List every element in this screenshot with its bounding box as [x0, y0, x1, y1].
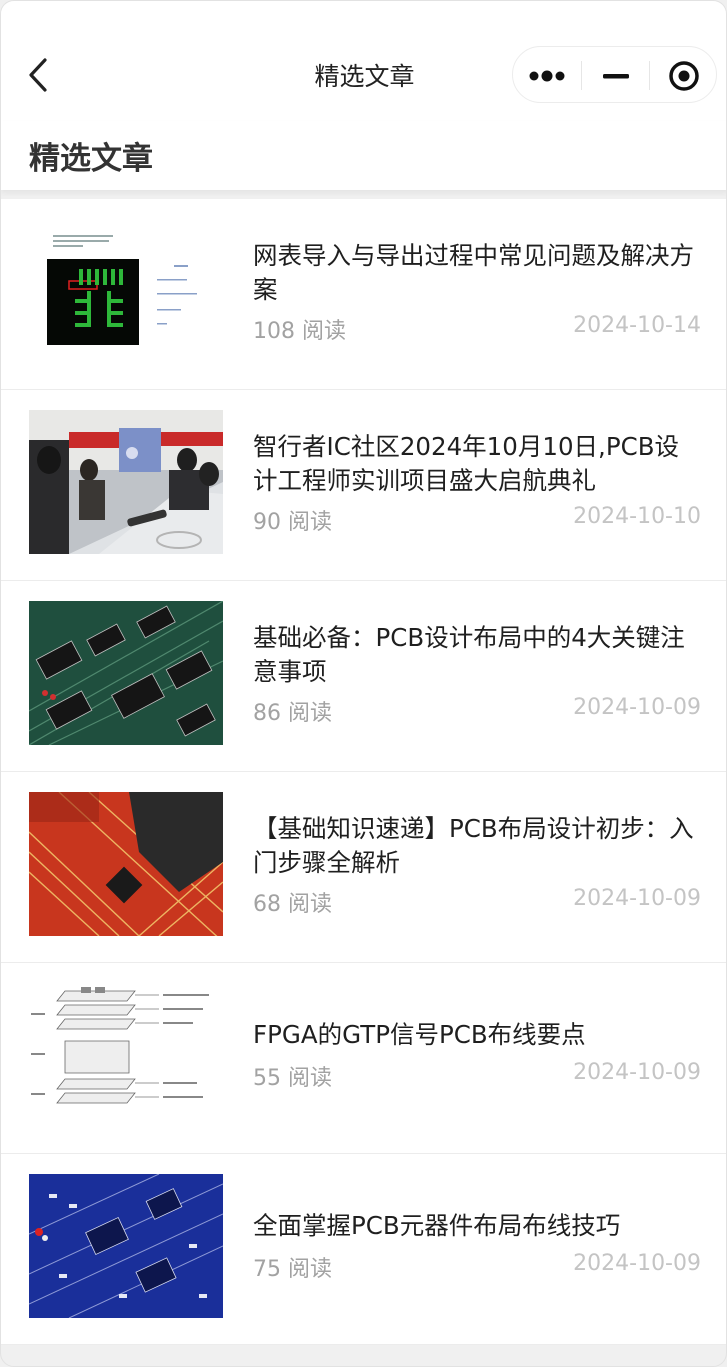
- article-title: FPGA的GTP信号PCB布线要点: [253, 1020, 586, 1049]
- more-button[interactable]: [513, 47, 581, 104]
- article-title: 基础必备：PCB设计布局中的4大关键注意事项: [253, 623, 685, 686]
- publish-date: 2024-10-10: [573, 504, 701, 529]
- mini-program-capsule: [512, 46, 717, 103]
- minimize-icon: [602, 73, 629, 78]
- article-item[interactable]: 全面掌握PCB元器件布局布线技巧 75 阅读 2024-10-09: [1, 1154, 726, 1345]
- publish-date: 2024-10-09: [573, 1060, 701, 1085]
- article-title: 网表导入与导出过程中常见问题及解决方案: [253, 241, 694, 304]
- article-thumbnail: [29, 410, 223, 554]
- read-count: 75 阅读: [253, 1257, 332, 1282]
- publish-date: 2024-10-09: [573, 1251, 701, 1276]
- section-title: 精选文章: [29, 141, 153, 177]
- close-button[interactable]: [650, 47, 717, 104]
- publish-date: 2024-10-09: [573, 695, 701, 720]
- article-title: 【基础知识速递】PCB布局设计初步：入门步骤全解析: [253, 814, 694, 877]
- article-thumbnail: [29, 983, 223, 1127]
- article-title: 智行者IC社区2024年10月10日,PCB设计工程师实训项目盛大启航典礼: [253, 432, 680, 495]
- section-header: 精选文章: [1, 121, 726, 190]
- navigation-bar: 精选文章: [1, 1, 726, 121]
- article-list: 网表导入与导出过程中常见问题及解决方案 108 阅读 2024-10-14 智行…: [1, 199, 726, 1345]
- read-count: 55 阅读: [253, 1066, 332, 1091]
- read-count: 68 阅读: [253, 892, 332, 917]
- publish-date: 2024-10-09: [573, 886, 701, 911]
- article-item[interactable]: 基础必备：PCB设计布局中的4大关键注意事项 86 阅读 2024-10-09: [1, 581, 726, 772]
- publish-date: 2024-10-14: [573, 313, 701, 338]
- article-item[interactable]: 网表导入与导出过程中常见问题及解决方案 108 阅读 2024-10-14: [1, 199, 726, 390]
- more-dots-icon: [529, 70, 565, 81]
- article-title: 全面掌握PCB元器件布局布线技巧: [253, 1211, 621, 1240]
- read-count: 108 阅读: [253, 319, 346, 344]
- article-thumbnail: [29, 601, 223, 745]
- article-thumbnail: [29, 792, 223, 936]
- read-count: 90 阅读: [253, 510, 332, 535]
- article-item[interactable]: FPGA的GTP信号PCB布线要点 55 阅读 2024-10-09: [1, 963, 726, 1154]
- minimize-button[interactable]: [582, 47, 649, 104]
- target-close-icon: [668, 60, 699, 91]
- read-count: 86 阅读: [253, 701, 332, 726]
- article-thumbnail: [29, 219, 223, 363]
- article-item[interactable]: 智行者IC社区2024年10月10日,PCB设计工程师实训项目盛大启航典礼 90…: [1, 390, 726, 581]
- article-item[interactable]: 【基础知识速递】PCB布局设计初步：入门步骤全解析 68 阅读 2024-10-…: [1, 772, 726, 963]
- article-thumbnail: [29, 1174, 223, 1318]
- app-frame: 精选文章 精选文章 网表导入与导出过程中常见问题及解决方案 108 阅读 202…: [0, 0, 727, 1367]
